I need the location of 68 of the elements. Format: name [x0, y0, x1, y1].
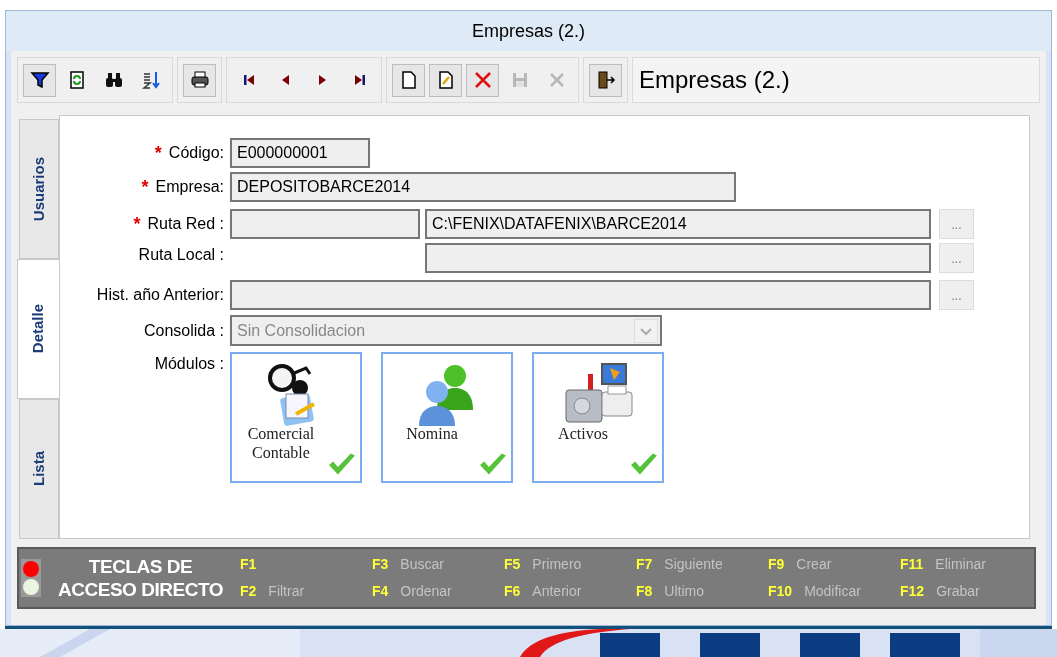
shortcut-label: Ordenar — [400, 582, 452, 601]
binoculars-icon — [103, 70, 124, 90]
previous-record-icon — [282, 75, 289, 85]
sort-icon — [140, 70, 161, 90]
field-label: Ruta Local : — [138, 245, 224, 265]
printer-icon — [189, 70, 210, 90]
company-field[interactable]: DEPOSITOBARCE2014 — [230, 172, 736, 202]
vertical-tab[interactable]: Detalle — [17, 259, 59, 399]
shortcut-label: Crear — [796, 555, 832, 574]
history-field[interactable] — [230, 280, 931, 310]
browse-button[interactable]: ... — [939, 209, 974, 239]
required-asterisk: * — [133, 212, 141, 236]
required-asterisk: * — [141, 175, 149, 199]
shortcut-label: Filtrar — [268, 582, 305, 601]
shortcut-label: Buscar — [400, 555, 444, 574]
shortcut-key: F8 — [636, 581, 653, 602]
toolbar-button[interactable] — [589, 63, 622, 97]
shortcut-label: Primero — [532, 555, 582, 574]
path-field[interactable]: C:\FENIX\DATAFENIX\BARCE2014 — [425, 209, 931, 239]
chevron-down-icon — [634, 318, 658, 343]
last-record-icon — [354, 75, 365, 85]
close-icon — [472, 70, 493, 90]
path-field[interactable] — [230, 209, 420, 239]
module-tile[interactable]: Comercial Contable — [230, 352, 362, 483]
shortcut-title: TECLAS DE — [88, 555, 193, 578]
shortcut-key: F12 — [900, 581, 925, 602]
shortcut-key: F1 — [240, 554, 257, 575]
module-tile[interactable]: Nomina — [381, 352, 513, 483]
shortcut-key: F11 — [900, 554, 924, 575]
next-record-icon — [319, 75, 326, 85]
vertical-tab[interactable]: Usuarios — [19, 119, 59, 259]
toolbar-button[interactable] — [429, 63, 462, 97]
door-arrow-icon — [595, 70, 616, 90]
toolbar-button[interactable] — [183, 63, 216, 97]
shortcut-key: F7 — [636, 554, 653, 575]
shortcut-key: F5 — [504, 554, 521, 575]
module-tile[interactable]: Activos — [532, 352, 664, 483]
shortcut-key: F6 — [504, 581, 521, 602]
shortcut-key: F2 — [240, 581, 257, 602]
field-label: Código: — [168, 143, 224, 163]
shortcut-key: F4 — [372, 581, 389, 602]
browse-button[interactable]: ... — [939, 280, 974, 310]
window-title: Empresas (2.) — [472, 19, 585, 43]
shortcut-key: F3 — [372, 554, 389, 575]
first-record-icon — [243, 75, 254, 85]
shortcut-label: Grabar — [936, 582, 980, 601]
shortcut-label: Anterior — [532, 582, 582, 601]
shortcut-label: Eliminar — [935, 555, 986, 574]
path-field[interactable] — [425, 243, 931, 273]
shortcut-label: Ultimo — [664, 582, 704, 601]
shortcut-label: Modificar — [804, 582, 861, 601]
shortcut-label: Siguiente — [664, 555, 723, 574]
required-asterisk: * — [154, 141, 162, 165]
funnel-icon — [29, 70, 50, 90]
toolbar-button[interactable] — [23, 63, 56, 97]
field-label: Hist. año Anterior: — [96, 285, 224, 305]
browse-button[interactable]: ... — [939, 243, 974, 273]
code-field[interactable]: E000000001 — [230, 138, 370, 168]
field-label: Empresa: — [155, 177, 224, 197]
record-title: Empresas (2.) — [632, 57, 1040, 103]
field-label: Ruta Red : — [147, 214, 224, 234]
toolbar-button[interactable] — [392, 63, 425, 97]
shortcut-key: F10 — [768, 581, 793, 602]
field-label: Consolida : — [143, 320, 224, 341]
shortcut-title: ACCESO DIRECTO — [57, 578, 224, 601]
shortcut-key: F9 — [768, 554, 785, 575]
vertical-tab[interactable]: Lista — [19, 399, 59, 539]
field-label: Módulos : — [154, 354, 224, 374]
